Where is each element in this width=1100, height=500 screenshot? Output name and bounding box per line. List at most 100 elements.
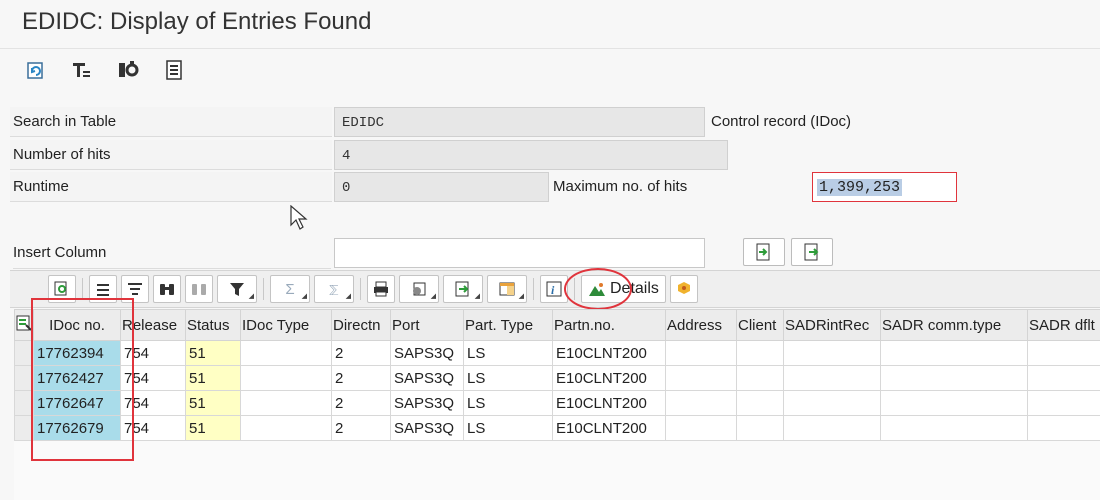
column-header[interactable]: Directn bbox=[332, 310, 391, 341]
table-cell[interactable] bbox=[737, 341, 784, 366]
separator bbox=[533, 278, 534, 300]
find-next-button[interactable] bbox=[185, 275, 213, 303]
find-button[interactable] bbox=[153, 275, 181, 303]
info-icon: i bbox=[545, 280, 563, 298]
filter-icon bbox=[228, 280, 246, 298]
table-cell[interactable]: SAPS3Q bbox=[391, 366, 464, 391]
table-cell[interactable]: 2 bbox=[332, 416, 391, 441]
insert-column-right-button[interactable] bbox=[791, 238, 833, 266]
table-cell[interactable] bbox=[1028, 341, 1100, 366]
selection-criteria-icon[interactable] bbox=[70, 58, 94, 82]
table-row[interactable]: 17762679754512SAPS3QLSE10CLNT200 bbox=[15, 416, 1100, 441]
export-icon bbox=[454, 280, 472, 298]
document-list-icon[interactable] bbox=[162, 58, 186, 82]
table-cell[interactable] bbox=[881, 391, 1028, 416]
table-cell[interactable] bbox=[241, 416, 332, 441]
column-header[interactable]: Port bbox=[391, 310, 464, 341]
table-cell[interactable] bbox=[666, 391, 737, 416]
views-button[interactable]: ◢ bbox=[399, 275, 439, 303]
results-table: IDoc no.ReleaseStatusIDoc TypeDirectnPor… bbox=[14, 309, 1100, 441]
print-button[interactable] bbox=[367, 275, 395, 303]
table-cell[interactable] bbox=[881, 341, 1028, 366]
table-cell[interactable] bbox=[241, 341, 332, 366]
layout-button[interactable]: ◢ bbox=[487, 275, 527, 303]
table-cell[interactable] bbox=[737, 366, 784, 391]
table-cell[interactable] bbox=[737, 416, 784, 441]
sum-button[interactable]: Σ◢ bbox=[270, 275, 310, 303]
sum-icon: Σ bbox=[285, 281, 294, 298]
table-cell[interactable]: 51 bbox=[186, 341, 241, 366]
table-cell[interactable] bbox=[241, 391, 332, 416]
table-cell[interactable]: E10CLNT200 bbox=[553, 366, 666, 391]
page-title: EDIDC: Display of Entries Found bbox=[22, 8, 371, 36]
annotation-rectangle bbox=[31, 298, 134, 461]
variant-button[interactable] bbox=[670, 275, 698, 303]
column-header[interactable]: IDoc Type bbox=[241, 310, 332, 341]
binoculars-icon bbox=[158, 280, 176, 298]
export-button[interactable]: ◢ bbox=[443, 275, 483, 303]
subtotal-icon: ⅀ bbox=[330, 283, 339, 296]
table-cell[interactable]: SAPS3Q bbox=[391, 416, 464, 441]
table-cell[interactable] bbox=[666, 341, 737, 366]
table-cell[interactable] bbox=[881, 416, 1028, 441]
table-row[interactable]: 17762647754512SAPS3QLSE10CLNT200 bbox=[15, 391, 1100, 416]
table-cell[interactable] bbox=[784, 416, 881, 441]
insert-column-button[interactable] bbox=[743, 238, 785, 266]
table-cell[interactable]: SAPS3Q bbox=[391, 341, 464, 366]
number-of-hits-field[interactable]: 4 bbox=[334, 140, 728, 170]
table-cell[interactable]: E10CLNT200 bbox=[553, 416, 666, 441]
table-cell[interactable] bbox=[1028, 391, 1100, 416]
column-header[interactable]: SADRintRec bbox=[784, 310, 881, 341]
column-header[interactable]: Partn.no. bbox=[553, 310, 666, 341]
table-cell[interactable]: LS bbox=[464, 416, 553, 441]
table-header-row: IDoc no.ReleaseStatusIDoc TypeDirectnPor… bbox=[15, 310, 1100, 341]
table-cell[interactable] bbox=[1028, 366, 1100, 391]
table-cell[interactable] bbox=[666, 416, 737, 441]
table-cell[interactable]: 51 bbox=[186, 416, 241, 441]
settings-icon[interactable] bbox=[116, 58, 140, 82]
table-row[interactable]: 17762394754512SAPS3QLSE10CLNT200 bbox=[15, 341, 1100, 366]
table-description: Control record (IDoc) bbox=[711, 107, 851, 137]
table-cell[interactable] bbox=[881, 366, 1028, 391]
table-cell[interactable]: 2 bbox=[332, 391, 391, 416]
column-header[interactable]: Client bbox=[737, 310, 784, 341]
column-header[interactable]: SADR dflt bbox=[1028, 310, 1100, 341]
table-cell[interactable]: E10CLNT200 bbox=[553, 341, 666, 366]
search-table-label: Search in Table bbox=[10, 107, 332, 137]
column-header[interactable]: SADR comm.type bbox=[881, 310, 1028, 341]
separator bbox=[360, 278, 361, 300]
table-cell[interactable]: 51 bbox=[186, 391, 241, 416]
table-cell[interactable]: 2 bbox=[332, 366, 391, 391]
column-header[interactable]: Address bbox=[666, 310, 737, 341]
magnify-icon bbox=[53, 280, 71, 298]
max-hits-field[interactable]: 1,399,253 bbox=[812, 172, 957, 202]
column-header[interactable]: Part. Type bbox=[464, 310, 553, 341]
table-cell[interactable]: 2 bbox=[332, 341, 391, 366]
column-header[interactable]: Status bbox=[186, 310, 241, 341]
table-cell[interactable] bbox=[666, 366, 737, 391]
table-row[interactable]: 17762427754512SAPS3QLSE10CLNT200 bbox=[15, 366, 1100, 391]
table-cell[interactable]: LS bbox=[464, 341, 553, 366]
mouse-cursor-icon bbox=[290, 205, 308, 235]
subtotal-button[interactable]: ⅀◢ bbox=[314, 275, 354, 303]
insert-column-field[interactable] bbox=[334, 238, 705, 268]
table-cell[interactable]: LS bbox=[464, 366, 553, 391]
table-cell[interactable]: LS bbox=[464, 391, 553, 416]
table-cell[interactable] bbox=[784, 391, 881, 416]
runtime-label: Runtime bbox=[10, 172, 332, 202]
table-cell[interactable]: E10CLNT200 bbox=[553, 391, 666, 416]
separator bbox=[263, 278, 264, 300]
table-cell[interactable] bbox=[737, 391, 784, 416]
table-cell[interactable] bbox=[241, 366, 332, 391]
table-cell[interactable] bbox=[784, 341, 881, 366]
find-next-icon bbox=[190, 280, 208, 298]
runtime-field[interactable]: 0 bbox=[334, 172, 549, 202]
sort-icon bbox=[94, 280, 112, 298]
filter-button[interactable]: ◢ bbox=[217, 275, 257, 303]
table-cell[interactable]: SAPS3Q bbox=[391, 391, 464, 416]
refresh-icon[interactable] bbox=[24, 58, 48, 82]
table-cell[interactable] bbox=[1028, 416, 1100, 441]
table-cell[interactable]: 51 bbox=[186, 366, 241, 391]
table-cell[interactable] bbox=[784, 366, 881, 391]
search-table-field[interactable]: EDIDC bbox=[334, 107, 705, 137]
